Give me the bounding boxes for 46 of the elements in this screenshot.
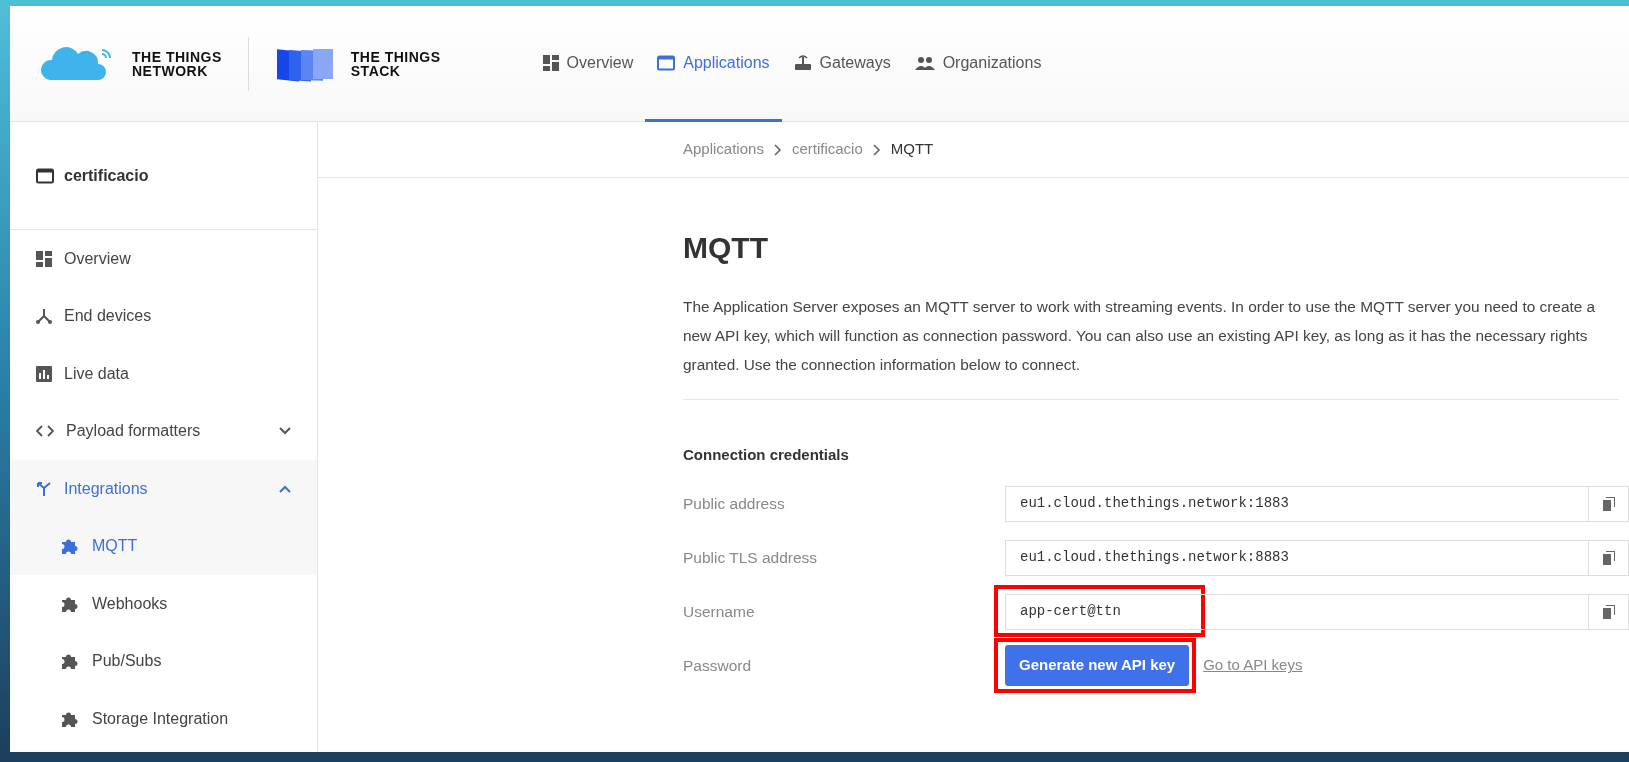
dashboard-icon (36, 250, 52, 267)
field-label: Public address (683, 493, 786, 514)
window-icon (36, 167, 54, 184)
code-icon (36, 424, 54, 439)
logo-text: THE THINGS STACK (350, 49, 441, 78)
sidebar-item[interactable]: Integrations (10, 460, 317, 518)
breadcrumb-link[interactable]: Applications (683, 138, 764, 161)
field-label: Password (683, 655, 753, 676)
chart-icon (36, 365, 52, 382)
sidebar-subitem[interactable]: MQTT (10, 517, 317, 575)
chevron-right-icon (773, 143, 782, 156)
merge-icon (36, 480, 52, 497)
field-label: Username (683, 601, 756, 622)
sidebar-item[interactable]: End devices (10, 287, 317, 345)
app-name: certificacio (64, 165, 149, 186)
router-icon (793, 53, 812, 72)
logo-text: THE THINGS NETWORK (132, 49, 222, 78)
window-icon (657, 54, 676, 71)
input-field[interactable]: eu1.cloud.thethings.network:8883 (1005, 539, 1629, 576)
sidebar-subitem[interactable]: Pub/Subs (10, 632, 317, 690)
breadcrumb-current: MQTT (890, 139, 934, 160)
sidebar-item[interactable]: Payload formatters (10, 402, 317, 460)
nav-tab[interactable]: Organizations (902, 6, 1054, 122)
copy-icon (1602, 604, 1615, 619)
section-title: Connection credentials (683, 445, 850, 465)
chevron-right-icon (872, 143, 881, 156)
branch-icon (36, 308, 52, 325)
people-icon (914, 55, 935, 70)
nav-tab[interactable]: Gateways (781, 6, 903, 122)
sidebar-subitem[interactable]: Storage Integration (10, 690, 317, 748)
dashboard-icon (542, 54, 559, 71)
page-title: MQTT (683, 230, 769, 266)
copy-icon (1602, 496, 1615, 511)
field-label: Public TLS address (683, 547, 819, 568)
nav-tab[interactable]: Overview (530, 6, 646, 122)
sidebar-subitem[interactable]: Webhooks (10, 575, 317, 633)
description-text: The Application Server exposes an MQTT server to work with streaming events. In order to use the MQTT server you need to create a new API key, which will function as connection password. You can also use an existing API key, as long as it has the necessary rights granted. Use the connection information below to connect. (683, 292, 1619, 400)
sidebar-item[interactable]: Live data (10, 345, 317, 403)
breadcrumb-link[interactable]: certificacio (791, 138, 863, 161)
input-field[interactable]: app-cert@ttn (1005, 593, 1629, 630)
generate-key-button[interactable]: Generate new API key (1005, 645, 1190, 686)
api-keys-link[interactable]: Go to API keys (1203, 654, 1303, 677)
copy-icon (1602, 550, 1615, 565)
sidebar-item[interactable]: Overview (10, 230, 317, 288)
nav-tab[interactable]: Applications (645, 6, 782, 122)
input-field[interactable]: eu1.cloud.thethings.network:1883 (1005, 485, 1629, 522)
